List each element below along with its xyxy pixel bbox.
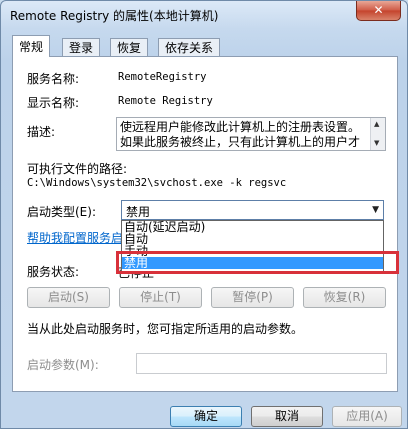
service-name-label: 服务名称: bbox=[27, 72, 80, 86]
close-icon: ✕ bbox=[373, 3, 384, 17]
help-configure-link[interactable]: 帮助我配置服务启 bbox=[27, 229, 123, 246]
properties-dialog: Remote Registry 的属性(本地计算机) ✕ 常规 登录 恢复 依存… bbox=[0, 0, 408, 429]
scroll-down-icon[interactable]: ▼ bbox=[374, 139, 379, 147]
ok-button-label: 确定 bbox=[193, 409, 218, 423]
option-auto-delayed[interactable]: 自动(延迟启动) bbox=[122, 221, 383, 233]
exe-path-value: C:\Windows\system32\svchost.exe -k regsv… bbox=[27, 177, 287, 189]
startup-type-select[interactable]: 禁用 ▼ bbox=[121, 200, 384, 220]
startup-type-value: 禁用 bbox=[126, 205, 151, 219]
start-params-label: 启动参数(M): bbox=[27, 358, 99, 372]
start-button[interactable]: 启动(S) bbox=[27, 287, 110, 308]
scroll-up-icon[interactable]: ▲ bbox=[374, 120, 379, 128]
description-scrollbar[interactable]: ▲ ▼ bbox=[370, 118, 385, 150]
chevron-down-icon[interactable]: ▼ bbox=[372, 205, 379, 215]
pause-button-label: 暂停(P) bbox=[232, 290, 273, 304]
ok-button[interactable]: 确定 bbox=[170, 406, 242, 427]
start-params-hint: 当从此处启动服务时，您可指定所适用的启动参数。 bbox=[27, 322, 304, 336]
display-name-label: 显示名称: bbox=[27, 96, 80, 110]
exe-path-label: 可执行文件的路径: bbox=[27, 162, 128, 176]
tab-logon[interactable]: 登录 bbox=[62, 38, 101, 56]
stop-button-label: 停止(T) bbox=[140, 290, 181, 304]
service-status-label: 服务状态: bbox=[27, 265, 80, 279]
service-name-value: RemoteRegistry bbox=[118, 71, 207, 83]
apply-button-label: 应用(A) bbox=[346, 409, 388, 423]
title-bar[interactable]: Remote Registry 的属性(本地计算机) ✕ bbox=[1, 1, 407, 29]
pause-button[interactable]: 暂停(P) bbox=[211, 287, 294, 308]
startup-type-label: 启动类型(E): bbox=[27, 205, 96, 219]
resume-button-label: 恢复(R) bbox=[323, 290, 366, 304]
resume-button[interactable]: 恢复(R) bbox=[303, 287, 386, 308]
stop-button[interactable]: 停止(T) bbox=[119, 287, 202, 308]
description-box[interactable]: 使远程用户能修改此计算机上的注册表设置。如果此服务被终止，只有此计算机上的用户才… bbox=[116, 117, 386, 151]
cancel-button-label: 取消 bbox=[274, 409, 299, 423]
tab-dependencies-label: 依存关系 bbox=[165, 41, 214, 55]
tab-recovery-label: 恢复 bbox=[117, 41, 142, 55]
tab-general-label: 常规 bbox=[19, 40, 44, 54]
tab-recovery[interactable]: 恢复 bbox=[110, 38, 149, 56]
start-button-label: 启动(S) bbox=[48, 290, 89, 304]
apply-button[interactable]: 应用(A) bbox=[332, 406, 402, 427]
general-panel: 服务名称: RemoteRegistry 显示名称: Remote Regist… bbox=[12, 56, 399, 392]
highlight-annotation bbox=[116, 251, 399, 274]
display-name-value: Remote Registry bbox=[118, 95, 213, 107]
description-label: 描述: bbox=[27, 125, 56, 139]
start-params-input[interactable] bbox=[136, 353, 387, 374]
window-title: Remote Registry 的属性(本地计算机) bbox=[10, 9, 219, 23]
option-auto[interactable]: 自动 bbox=[122, 233, 383, 245]
tab-general[interactable]: 常规 bbox=[12, 35, 51, 57]
cancel-button[interactable]: 取消 bbox=[251, 406, 323, 427]
description-text: 使远程用户能修改此计算机上的注册表设置。如果此服务被终止，只有此计算机上的用户才 bbox=[120, 120, 361, 149]
close-button[interactable]: ✕ bbox=[356, 1, 401, 21]
tab-dependencies[interactable]: 依存关系 bbox=[158, 38, 221, 56]
tab-logon-label: 登录 bbox=[69, 41, 94, 55]
